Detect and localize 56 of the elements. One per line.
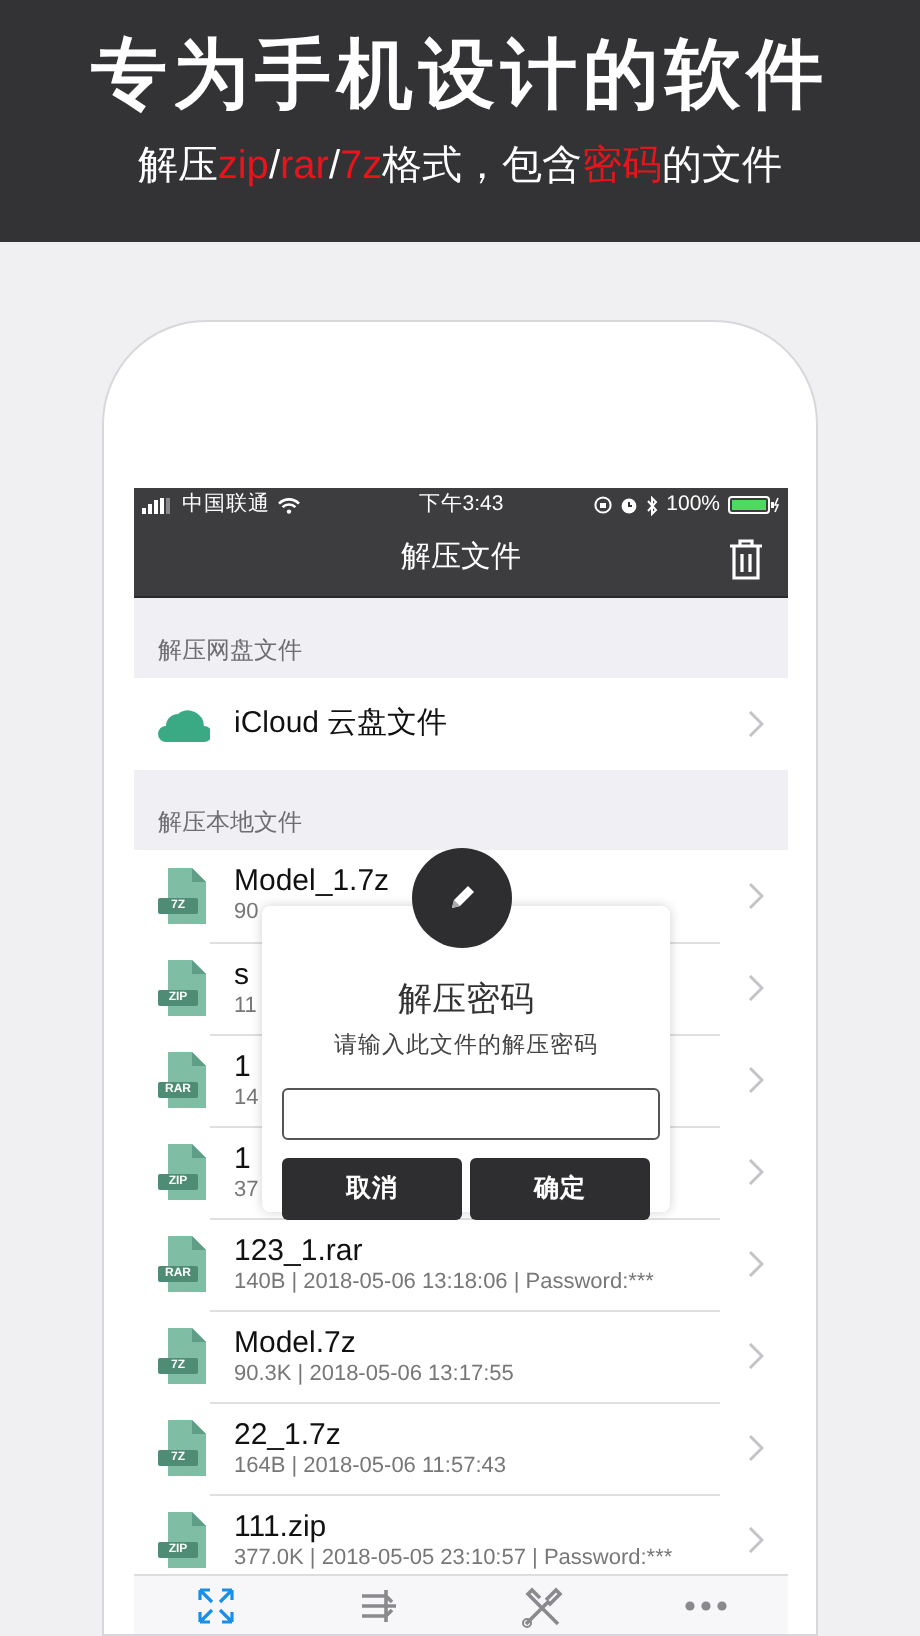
nav-title: 解压文件: [401, 538, 521, 579]
chevron-icon: [748, 882, 764, 910]
file-name: Model_1.7z: [234, 864, 390, 899]
file-icon: [158, 1328, 210, 1384]
file-icon: [158, 1236, 210, 1292]
list-row[interactable]: iCloud 云盘文件: [134, 678, 788, 770]
headline: 专为手机设计的软件: [89, 36, 831, 120]
battery-icon: [728, 496, 780, 514]
battery-percent: 100%: [666, 489, 720, 520]
file-icon: [158, 1052, 210, 1108]
file-name: 22_1.7z: [234, 1417, 341, 1452]
dialog-message: 请输入此文件的解压密码: [332, 1030, 600, 1061]
file-icon: [158, 1420, 210, 1476]
file-name: Model.7z: [234, 1325, 356, 1360]
carrier-name: 中国联通: [182, 489, 270, 520]
file-icon: [158, 1144, 210, 1200]
chevron-icon: [748, 1342, 764, 1370]
chevron-icon: [748, 974, 764, 1002]
file-icon: [158, 960, 210, 1016]
wifi-icon: [278, 497, 300, 513]
file-name: 111.zip: [234, 1509, 327, 1544]
file-details: 140B | 2018-05-06 13:18:06 | Password:***: [234, 1267, 654, 1297]
file-icon: [158, 868, 210, 924]
section-header: 解压网盘文件: [156, 634, 304, 668]
lock-rotation-icon: [594, 496, 613, 514]
section-header: 解压本地文件: [156, 806, 304, 840]
alarm-icon: [620, 496, 639, 514]
chevron-icon: [748, 1526, 764, 1554]
row-title: iCloud 云盘文件: [234, 706, 448, 742]
password-field[interactable]: [282, 1087, 660, 1140]
chevron-icon: [748, 1158, 764, 1186]
bluetooth-icon: [646, 495, 659, 515]
file-name: s: [234, 957, 249, 992]
dialog-title: 解压密码: [396, 978, 536, 1022]
dialog-button[interactable]: 确定: [470, 1157, 650, 1220]
signal-icon: [142, 497, 174, 513]
file-details: 377.0K | 2018-05-05 23:10:57 | Password:***: [234, 1543, 673, 1573]
tagline: 解压zip/rar/7z格式，包含密码的文件: [137, 143, 783, 188]
file-name: 123_1.rar: [234, 1233, 363, 1268]
file-name: 1: [234, 1141, 251, 1176]
chevron-icon: [748, 1066, 764, 1094]
chevron-icon: [748, 1434, 764, 1462]
file-details: 11: [234, 991, 257, 1021]
file-details: 164B | 2018-05-06 11:57:43: [234, 1451, 506, 1481]
file-details: 14: [234, 1083, 259, 1113]
file-icon: [158, 1512, 210, 1568]
chevron-icon: [748, 1250, 764, 1278]
file-name: 1: [234, 1049, 251, 1084]
chevron-icon: [748, 710, 764, 738]
file-details: 90: [234, 898, 259, 928]
cloud-icon: [158, 707, 210, 741]
file-details: 37: [234, 1175, 259, 1205]
dialog-button[interactable]: 取消: [282, 1157, 462, 1220]
file-details: 90.3K | 2018-05-06 13:17:55: [234, 1359, 514, 1389]
trash-icon[interactable]: [728, 538, 764, 580]
status-time: 下午3:43: [416, 489, 506, 520]
